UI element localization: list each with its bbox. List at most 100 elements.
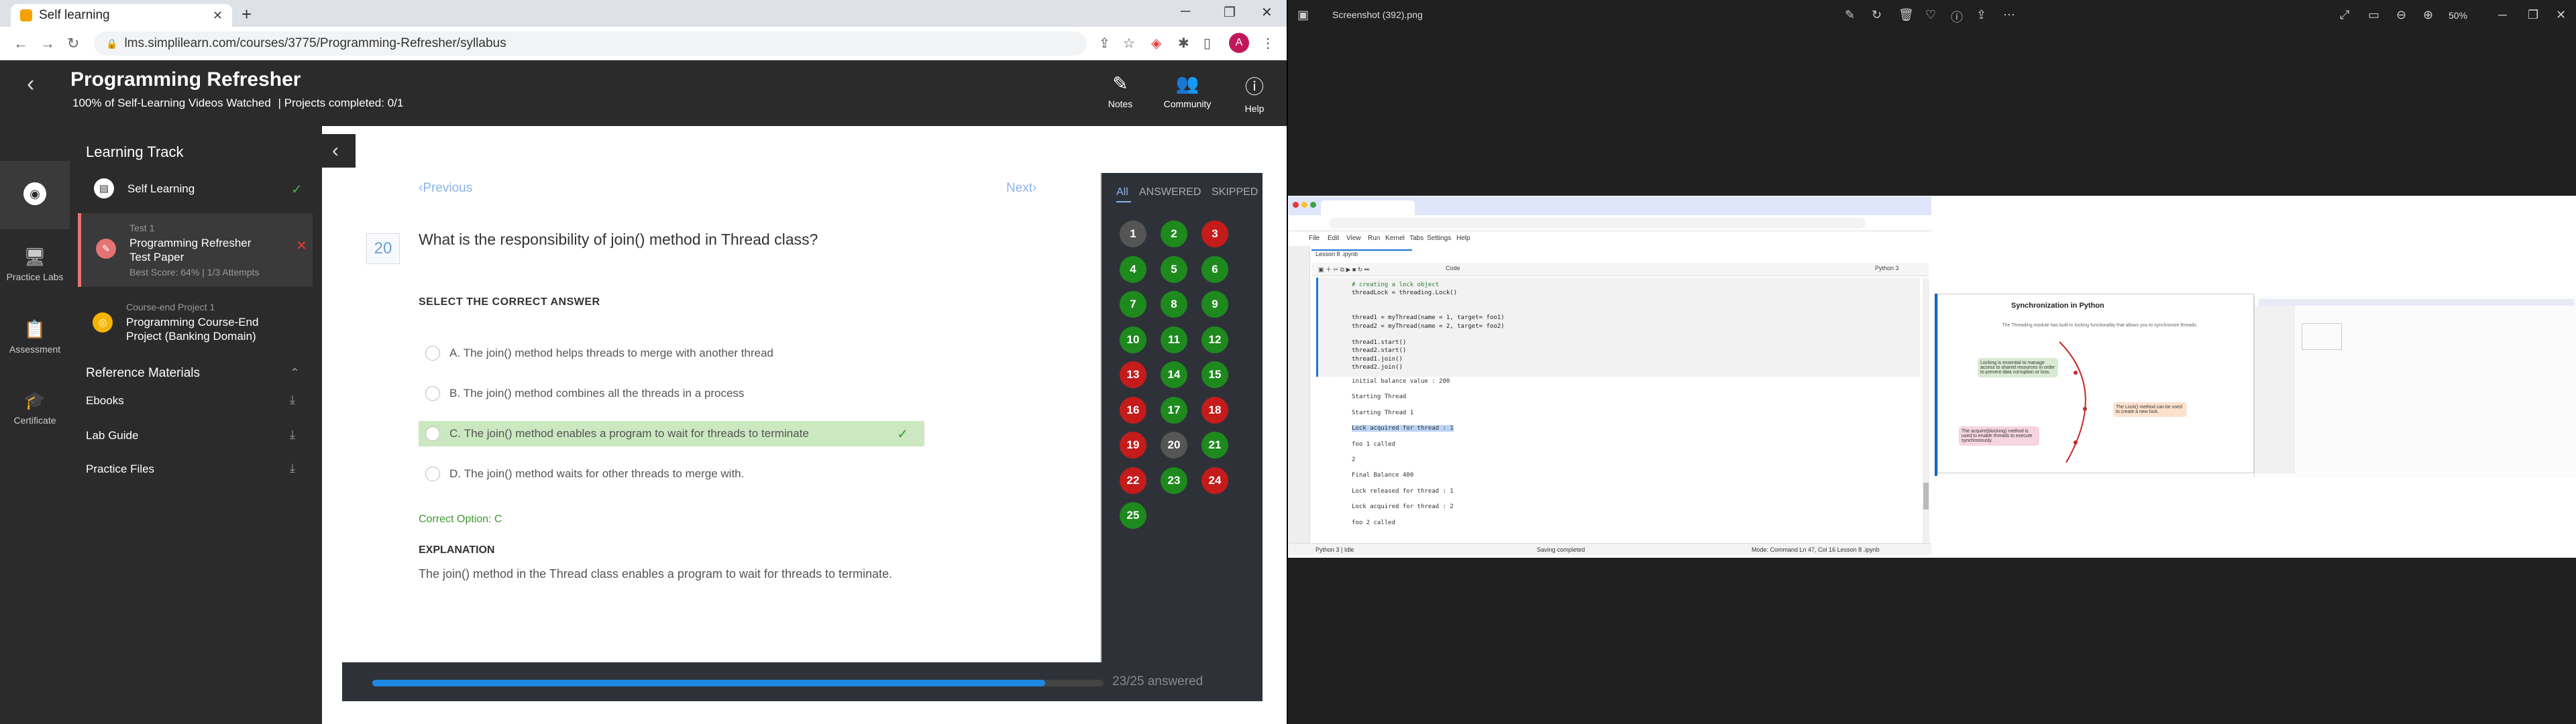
question-ball-19[interactable]: 19 [1120, 432, 1146, 459]
rail-item-assessment[interactable]: 📋 Assessment [0, 319, 70, 355]
question-ball-1[interactable]: 1 [1120, 221, 1146, 247]
fullscreen-icon[interactable]: ⤢ [2340, 8, 2349, 22]
question-ball-8[interactable]: 8 [1161, 291, 1187, 318]
question-ball-21[interactable]: 21 [1201, 432, 1228, 459]
question-ball-13[interactable]: 13 [1120, 361, 1146, 388]
answer-option-a[interactable]: A. The join() method helps threads to me… [419, 341, 924, 366]
lab-guide-link[interactable]: Lab Guide [86, 429, 138, 442]
question-ball-10[interactable]: 10 [1120, 326, 1146, 353]
forward-nav-icon[interactable]: → [40, 35, 55, 52]
minimize-icon[interactable]: ─ [1181, 4, 1190, 19]
info-icon[interactable]: ⓘ [1951, 8, 1963, 25]
close-window-icon[interactable]: ✕ [1261, 4, 1273, 21]
answer-option-b[interactable]: B. The join() method combines all the th… [419, 381, 924, 406]
question-ball-23[interactable]: 23 [1161, 467, 1187, 494]
restore-icon[interactable]: ❐ [1224, 4, 1236, 21]
profile-avatar[interactable]: A [1229, 33, 1249, 53]
rail-item-learning-selected[interactable]: ◉ [0, 161, 70, 229]
menu-settings[interactable]: Settings [1427, 235, 1451, 242]
viewer-restore-icon[interactable]: ❐ [2528, 8, 2538, 22]
browser-tab[interactable]: Self learning ✕ [11, 4, 232, 27]
question-ball-11[interactable]: 11 [1161, 326, 1187, 353]
question-ball-22[interactable]: 22 [1120, 467, 1146, 494]
cell-type-select[interactable]: Code [1446, 265, 1460, 272]
question-ball-12[interactable]: 12 [1201, 326, 1228, 353]
question-ball-25[interactable]: 25 [1120, 502, 1146, 529]
viewer-close-icon[interactable]: ✕ [2556, 8, 2566, 22]
menu-tabs[interactable]: Tabs [1409, 235, 1424, 242]
radio-d[interactable] [425, 467, 440, 481]
self-learning-item[interactable]: ▤ Self Learning ✓ [70, 172, 322, 206]
radio-c[interactable] [425, 426, 440, 441]
question-ball-18[interactable]: 18 [1201, 396, 1228, 424]
zoom-in-icon[interactable]: ⊕ [2423, 8, 2433, 22]
question-ball-9[interactable]: 9 [1201, 291, 1228, 318]
practice-files-download-icon[interactable]: ⤓ [290, 461, 295, 475]
browser-menu-icon[interactable]: ⋮ [1261, 35, 1275, 52]
back-nav-icon[interactable]: ← [13, 35, 28, 52]
next-question-link[interactable]: Next› [1006, 181, 1036, 196]
notebook-tab[interactable]: Lesson 8 .ipynb [1311, 249, 1412, 261]
collapse-chevron-icon[interactable]: ⌃ [290, 366, 300, 380]
sidepanel-icon[interactable]: ▯ [1203, 35, 1211, 52]
menu-kernel[interactable]: Kernel [1385, 235, 1405, 242]
ebooks-link[interactable]: Ebooks [86, 394, 124, 408]
question-ball-17[interactable]: 17 [1161, 396, 1187, 424]
answer-option-d[interactable]: D. The join() method waits for other thr… [419, 461, 924, 487]
edit-image-icon[interactable]: ✎ [1845, 8, 1855, 22]
menu-view[interactable]: View [1346, 235, 1361, 242]
reload-icon[interactable]: ↻ [67, 35, 79, 52]
palette-tab-all[interactable]: All [1116, 186, 1128, 198]
question-ball-3[interactable]: 3 [1201, 221, 1228, 247]
radio-a[interactable] [425, 346, 440, 361]
new-tab-icon[interactable]: + [241, 4, 252, 25]
question-ball-20[interactable]: 20 [1161, 432, 1187, 459]
reference-materials-header[interactable]: Reference Materials [86, 366, 200, 381]
menu-run[interactable]: Run [1368, 235, 1380, 242]
test-paper-item[interactable]: ✎ Test 1 Programming Refresher Test Pape… [78, 213, 313, 287]
url-field[interactable]: 🔒 lms.simplilearn.com/courses/3775/Progr… [94, 32, 1087, 56]
extension-red-icon[interactable]: ◈ [1151, 35, 1161, 52]
menu-file[interactable]: File [1309, 235, 1320, 242]
question-ball-7[interactable]: 7 [1120, 291, 1146, 318]
question-ball-4[interactable]: 4 [1120, 255, 1146, 283]
favorite-heart-icon[interactable]: ♡ [1925, 8, 1936, 22]
share-image-icon[interactable]: ⇪ [1976, 8, 1986, 22]
question-ball-24[interactable]: 24 [1201, 467, 1228, 494]
notes-button[interactable]: ✎ Notes [1087, 72, 1154, 109]
back-arrow-icon[interactable]: ‹ [27, 71, 34, 97]
fit-window-icon[interactable]: ▭ [2368, 8, 2379, 22]
question-ball-14[interactable]: 14 [1161, 361, 1187, 388]
lab-guide-download-icon[interactable]: ⤓ [290, 428, 295, 442]
zoom-out-icon[interactable]: ⊖ [2396, 8, 2406, 22]
delete-icon[interactable]: 🗑 [1898, 8, 1914, 22]
help-button[interactable]: ⓘ Help [1221, 72, 1288, 114]
more-options-icon[interactable]: ⋯ [2003, 8, 2015, 22]
rotate-icon[interactable]: ↻ [1872, 8, 1882, 22]
rail-item-practice-labs[interactable]: 🖥 Practice Labs [0, 247, 70, 282]
question-ball-15[interactable]: 15 [1201, 361, 1228, 388]
palette-tab-skipped[interactable]: SKIPPED [1212, 186, 1258, 198]
collapse-sidebar-button[interactable]: ‹ [315, 134, 356, 168]
notebook-scroll-thumb[interactable] [1923, 483, 1929, 509]
question-ball-6[interactable]: 6 [1201, 255, 1228, 283]
question-ball-2[interactable]: 2 [1161, 221, 1187, 247]
question-ball-16[interactable]: 16 [1120, 396, 1146, 424]
palette-tab-answered[interactable]: ANSWERED [1139, 186, 1201, 198]
question-ball-5[interactable]: 5 [1161, 255, 1187, 283]
extensions-puzzle-icon[interactable]: ✱ [1178, 35, 1189, 52]
course-end-project-item[interactable]: ◎ Course-end Project 1 Programming Cours… [78, 296, 313, 350]
answer-option-c[interactable]: C. The join() method enables a program t… [419, 421, 924, 446]
tab-close-icon[interactable]: ✕ [213, 9, 223, 23]
menu-edit[interactable]: Edit [1328, 235, 1339, 242]
community-button[interactable]: 👥 Community [1154, 72, 1221, 109]
rail-item-certificate[interactable]: 🎓 Certificate [0, 390, 70, 426]
bookmark-star-icon[interactable]: ☆ [1123, 35, 1135, 52]
share-icon[interactable]: ⇪ [1099, 35, 1110, 52]
previous-question-link[interactable]: ‹Previous [419, 181, 472, 196]
radio-b[interactable] [425, 386, 440, 401]
ebooks-download-icon[interactable]: ⤓ [290, 393, 295, 407]
menu-help[interactable]: Help [1456, 235, 1470, 242]
practice-files-link[interactable]: Practice Files [86, 463, 154, 476]
viewer-minimize-icon[interactable]: ─ [2498, 8, 2507, 22]
